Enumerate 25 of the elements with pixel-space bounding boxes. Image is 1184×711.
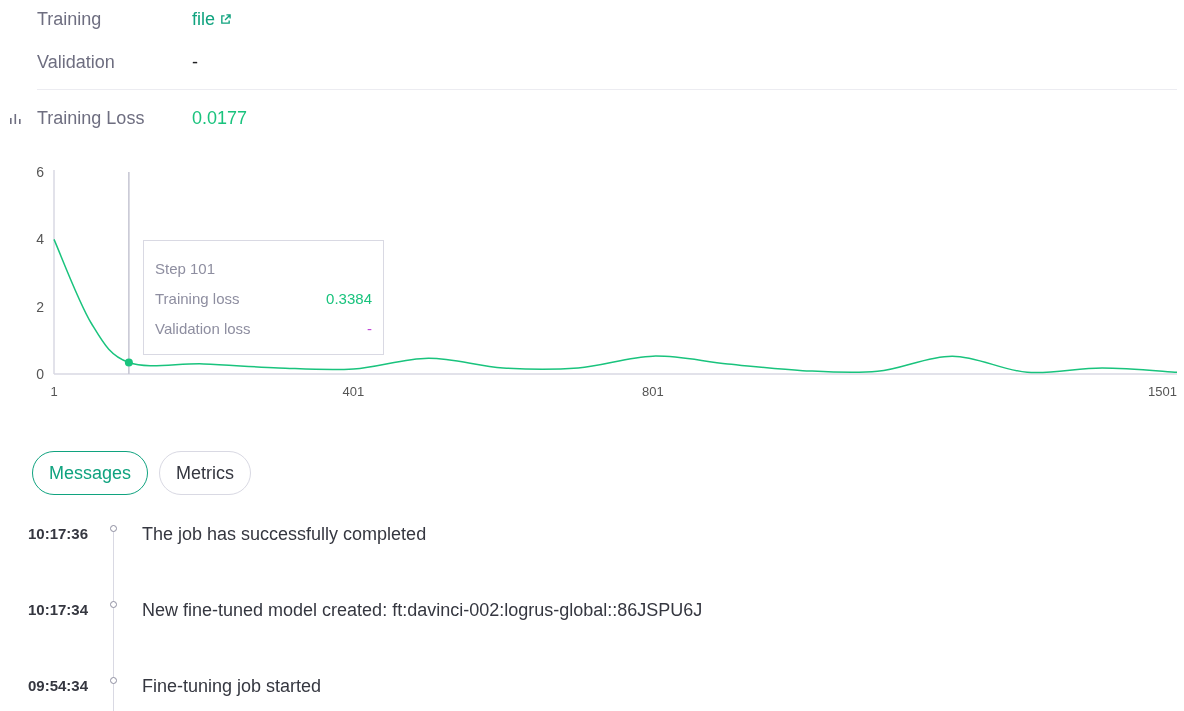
y-tick-label: 4 [36,231,44,248]
hover-point [124,358,133,367]
tooltip-title: Step 101 [155,259,217,279]
external-link-icon [220,13,231,25]
bar-chart-icon [10,112,21,124]
tooltip-value: - [367,319,372,339]
metric-value: 0.0177 [192,106,248,130]
message-text: The job has successfully completed [142,522,427,546]
detail-value: - [192,50,198,74]
y-tick-label: 0 [36,366,44,382]
tooltip-value: 0.3384 [326,289,372,309]
detail-label: Validation [37,50,116,74]
tooltip-label: Training loss [155,289,240,309]
y-tick-label: 2 [36,298,44,315]
tooltip-label: Validation loss [155,319,251,339]
detail-label: Training [37,7,103,31]
x-tick-label: 1 [50,384,58,399]
y-tick-label: 6 [36,164,44,180]
metric-label: Training Loss [37,106,146,130]
x-tick-label: 801 [642,384,664,399]
file-link[interactable]: file [192,5,231,33]
message-text: Fine-tuning job started [142,674,322,698]
x-tick-label: 401 [342,384,365,399]
message-text: New fine-tuned model created: ft:davinci-002:logrus-global::86JSPU6J [142,598,703,622]
x-tick-label: 1501 [1148,384,1177,399]
